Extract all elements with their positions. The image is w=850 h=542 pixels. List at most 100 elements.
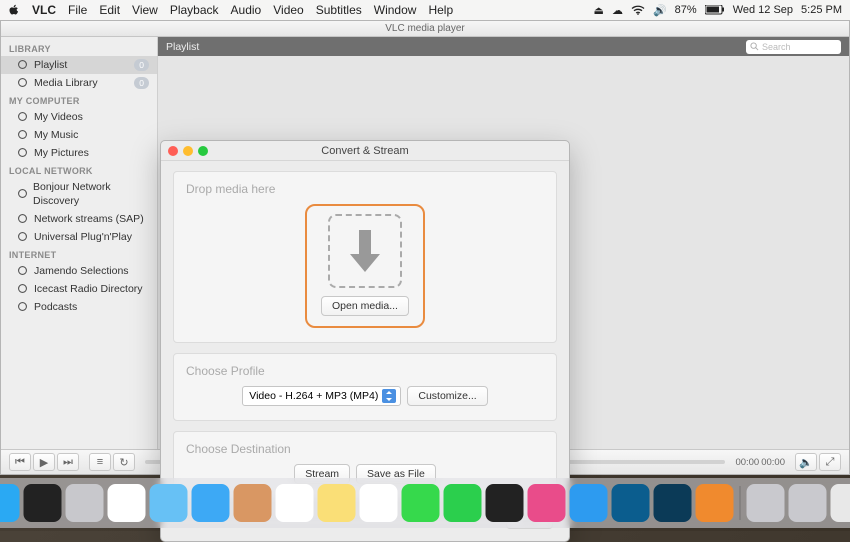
dock-appstore[interactable] [570, 484, 608, 522]
window-title: VLC media player [1, 21, 849, 37]
sidebar: LIBRARYPlaylist0Media Library0MY COMPUTE… [1, 37, 158, 451]
minimize-button[interactable] [183, 146, 193, 156]
drop-target[interactable] [328, 214, 402, 288]
open-media-button[interactable]: Open media... [321, 296, 409, 316]
battery-icon[interactable] [705, 5, 725, 15]
menu-help[interactable]: Help [428, 3, 453, 17]
dock-separator [740, 486, 741, 520]
sidebar-item-network-streams-sap-[interactable]: Network streams (SAP) [1, 210, 157, 228]
menu-subtitles[interactable]: Subtitles [316, 3, 362, 17]
dock-vlc[interactable] [696, 484, 734, 522]
prev-button[interactable]: ⏮ [9, 453, 31, 471]
customize-button[interactable]: Customize... [407, 386, 487, 406]
sidebar-item-bonjour-network-discovery[interactable]: Bonjour Network Discovery [1, 178, 157, 210]
dock-terminal[interactable] [486, 484, 524, 522]
dock-lightroom[interactable] [654, 484, 692, 522]
menu-file[interactable]: File [68, 3, 87, 17]
dock-launchpad[interactable] [66, 484, 104, 522]
dock-messages[interactable] [402, 484, 440, 522]
dock-reminders[interactable] [360, 484, 398, 522]
wifi-icon[interactable] [631, 5, 645, 15]
search-input[interactable]: Search [746, 40, 841, 54]
dock-safari[interactable] [150, 484, 188, 522]
zoom-button[interactable] [198, 146, 208, 156]
app-name[interactable]: VLC [32, 3, 56, 17]
sidebar-item-media-library[interactable]: Media Library0 [1, 74, 157, 92]
time-total: 00:00 [761, 457, 785, 468]
battery-percent: 87% [675, 4, 697, 16]
time-current: 00:00 [735, 457, 759, 468]
choose-profile-title: Choose Profile [186, 364, 544, 378]
play-button[interactable]: ▶ [33, 453, 55, 471]
menubar-time[interactable]: 5:25 PM [801, 4, 842, 16]
sidebar-header: MY COMPUTER [1, 92, 157, 108]
dock-downloads[interactable] [789, 484, 827, 522]
dock-facetime[interactable] [444, 484, 482, 522]
select-arrows-icon [382, 389, 396, 403]
sidebar-item-playlist[interactable]: Playlist 0 [1, 56, 157, 74]
sidebar-item-label: Playlist [34, 58, 67, 72]
sidebar-header: INTERNET [1, 246, 157, 262]
dock-itunes[interactable] [528, 484, 566, 522]
sidebar-item-my-videos[interactable]: My Videos [1, 108, 157, 126]
dock-calendar[interactable] [276, 484, 314, 522]
dock-photoshop[interactable] [612, 484, 650, 522]
search-icon [750, 42, 759, 51]
sidebar-item-icon [17, 213, 29, 225]
menu-view[interactable]: View [132, 3, 158, 17]
sidebar-item-badge: 0 [134, 59, 149, 71]
sidebar-item-label: Bonjour Network Discovery [33, 180, 149, 208]
dock-trash[interactable] [831, 484, 850, 522]
dock-contacts[interactable] [234, 484, 272, 522]
choose-profile-section: Choose Profile Video - H.264 + MP3 (MP4)… [173, 353, 557, 421]
fullscreen-button[interactable]: ⤢ [819, 453, 841, 471]
eject-icon[interactable]: ⏏ [594, 4, 604, 17]
sidebar-item-icon [17, 111, 29, 123]
volume-icon[interactable]: 🔊 [653, 4, 667, 17]
dock [0, 478, 850, 528]
choose-destination-title: Choose Destination [186, 442, 544, 456]
volume-button[interactable]: 🔈 [795, 453, 817, 471]
sidebar-item-icon [17, 301, 29, 313]
sidebar-item-jamendo-selections[interactable]: Jamendo Selections [1, 262, 157, 280]
sidebar-item-label: Jamendo Selections [34, 264, 129, 278]
sidebar-item-my-pictures[interactable]: My Pictures [1, 144, 157, 162]
cloud-icon[interactable]: ☁ [612, 4, 623, 17]
repeat-button[interactable]: ↻ [113, 453, 135, 471]
sidebar-item-label: Network streams (SAP) [34, 212, 144, 226]
download-arrow-icon [345, 228, 385, 274]
profile-select[interactable]: Video - H.264 + MP3 (MP4) [242, 386, 401, 406]
dialog-title: Convert & Stream [321, 145, 408, 157]
dock-chrome[interactable] [108, 484, 146, 522]
sidebar-item-icon [17, 129, 29, 141]
menubar-date[interactable]: Wed 12 Sep [733, 4, 793, 16]
profile-selected-value: Video - H.264 + MP3 (MP4) [249, 390, 378, 402]
sidebar-item-badge: 0 [134, 77, 149, 89]
dock-settings[interactable] [747, 484, 785, 522]
playlist-button[interactable]: ≡ [89, 453, 111, 471]
sidebar-item-podcasts[interactable]: Podcasts [1, 298, 157, 316]
sidebar-item-label: My Videos [34, 110, 83, 124]
sidebar-item-label: My Pictures [34, 146, 89, 160]
sidebar-header: LOCAL NETWORK [1, 162, 157, 178]
sidebar-item-icon [17, 283, 29, 295]
menu-audio[interactable]: Audio [231, 3, 262, 17]
dialog-titlebar: Convert & Stream [161, 141, 569, 161]
playlist-header-bar: Playlist Search [158, 37, 849, 56]
dock-notes[interactable] [318, 484, 356, 522]
menu-playback[interactable]: Playback [170, 3, 219, 17]
sidebar-item-universal-plug-n-play[interactable]: Universal Plug'n'Play [1, 228, 157, 246]
menu-window[interactable]: Window [374, 3, 417, 17]
apple-menu-icon[interactable] [8, 4, 20, 16]
dock-finder[interactable] [0, 484, 20, 522]
sidebar-item-icecast-radio-directory[interactable]: Icecast Radio Directory [1, 280, 157, 298]
playlist-header-label: Playlist [166, 41, 199, 53]
dock-siri[interactable] [24, 484, 62, 522]
menu-edit[interactable]: Edit [99, 3, 120, 17]
menu-video[interactable]: Video [273, 3, 303, 17]
dock-mail[interactable] [192, 484, 230, 522]
macos-menubar: VLC File Edit View Playback Audio Video … [0, 0, 850, 20]
sidebar-item-my-music[interactable]: My Music [1, 126, 157, 144]
close-button[interactable] [168, 146, 178, 156]
next-button[interactable]: ⏭ [57, 453, 79, 471]
